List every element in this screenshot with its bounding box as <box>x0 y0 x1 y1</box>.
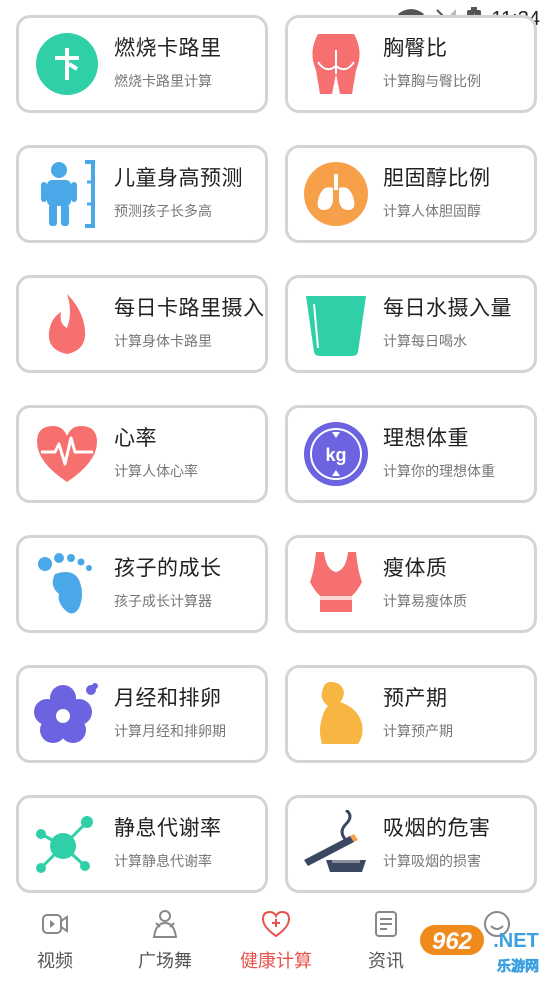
card-subtitle: 计算吸烟的损害 <box>383 854 481 870</box>
card-title: 孩子的成长 <box>114 556 222 580</box>
flame-icon <box>48 294 86 354</box>
molecule-icon <box>36 816 93 873</box>
card-title: 燃烧卡路里 <box>114 36 222 60</box>
card-menstruation[interactable]: 月经和排卵 计算月经和排卵期 <box>16 665 268 763</box>
card-title: 每日卡路里摄入 <box>114 296 265 320</box>
card-child-height[interactable]: 儿童身高预测 预测孩子长多高 <box>16 145 268 243</box>
card-daily-water[interactable]: 每日水摄入量 计算每日喝水 <box>285 275 537 373</box>
card-daily-calorie[interactable]: 每日卡路里摄入 计算身体卡路里 <box>16 275 268 373</box>
calorie-card-icon <box>36 33 98 95</box>
card-cholesterol[interactable]: 胆固醇比例 计算人体胆固醇 <box>285 145 537 243</box>
watermark-caption: 乐游网 <box>497 958 539 975</box>
card-slim-body[interactable]: 瘦体质 计算易瘦体质 <box>285 535 537 633</box>
card-title: 胆固醇比例 <box>383 166 491 190</box>
hip-icon <box>312 34 360 94</box>
card-resting-metabolism[interactable]: 静息代谢率 计算静息代谢率 <box>16 795 268 893</box>
heart-pulse-icon <box>37 426 97 482</box>
tab-square-dance[interactable]: 广场舞 <box>110 899 220 981</box>
tab-label: 健康计算 <box>240 951 312 972</box>
card-subtitle: 计算身体卡路里 <box>114 334 212 350</box>
card-title: 理想体重 <box>383 426 469 450</box>
card-chest-hip[interactable]: 胸臀比 计算胸与臀比例 <box>285 15 537 113</box>
card-subtitle: 计算月经和排卵期 <box>114 724 226 740</box>
tab-video[interactable]: 视频 <box>0 899 110 981</box>
card-subtitle: 计算你的理想体重 <box>383 464 495 480</box>
health-heart-icon <box>261 910 291 938</box>
footprint-icon <box>38 553 92 614</box>
tab-label: 视频 <box>37 951 73 972</box>
card-child-growth[interactable]: 孩子的成长 孩子成长计算器 <box>16 535 268 633</box>
card-title: 瘦体质 <box>383 556 448 580</box>
tank-top-icon <box>310 552 362 612</box>
card-smoking-harm[interactable]: 吸烟的危害 计算吸烟的损害 <box>285 795 537 893</box>
card-title: 吸烟的危害 <box>383 816 491 840</box>
card-title: 预产期 <box>383 686 448 710</box>
card-subtitle: 孩子成长计算器 <box>114 594 212 610</box>
kg-scale-icon: kg <box>304 422 368 486</box>
news-icon <box>375 911 397 937</box>
card-subtitle: 预测孩子长多高 <box>114 204 212 220</box>
card-subtitle: 计算静息代谢率 <box>114 854 212 870</box>
pregnancy-icon <box>320 682 363 744</box>
card-calorie-burn[interactable]: 燃烧卡路里 燃烧卡路里计算 <box>16 15 268 113</box>
lungs-icon <box>304 162 368 226</box>
tab-health-calc[interactable]: 健康计算 <box>221 899 331 981</box>
dance-icon <box>152 910 178 938</box>
card-title: 儿童身高预测 <box>114 166 243 190</box>
kg-label: kg <box>325 445 346 465</box>
card-subtitle: 计算每日喝水 <box>383 334 467 350</box>
watermark-brand: 962 <box>432 928 473 955</box>
video-icon <box>42 914 68 934</box>
cigarette-icon <box>304 810 366 872</box>
child-height-icon <box>41 160 95 228</box>
card-heart-rate[interactable]: 心率 计算人体心率 <box>16 405 268 503</box>
card-due-date[interactable]: 预产期 计算预产期 <box>285 665 537 763</box>
card-subtitle: 燃烧卡路里计算 <box>114 74 212 90</box>
water-glass-icon <box>306 296 366 356</box>
card-title: 每日水摄入量 <box>383 296 512 320</box>
card-subtitle: 计算预产期 <box>383 724 453 740</box>
card-title: 胸臀比 <box>383 36 448 60</box>
watermark-logo: 962 .NET 乐游网 <box>420 925 539 975</box>
card-title: 静息代谢率 <box>114 816 222 840</box>
flower-icon <box>34 683 98 743</box>
card-subtitle: 计算人体心率 <box>114 464 198 480</box>
card-title: 心率 <box>114 426 157 450</box>
bottom-tab-bar: 视频 广场舞 健康计算 资讯 962 .NET 乐游网 <box>0 899 552 981</box>
card-subtitle: 计算易瘦体质 <box>383 594 467 610</box>
card-title: 月经和排卵 <box>114 686 222 710</box>
card-subtitle: 计算胸与臀比例 <box>383 74 481 90</box>
tab-label: 广场舞 <box>138 951 192 972</box>
card-subtitle: 计算人体胆固醇 <box>383 204 481 220</box>
watermark-suffix: .NET <box>493 930 539 952</box>
card-ideal-weight[interactable]: kg 理想体重 计算你的理想体重 <box>285 405 537 503</box>
